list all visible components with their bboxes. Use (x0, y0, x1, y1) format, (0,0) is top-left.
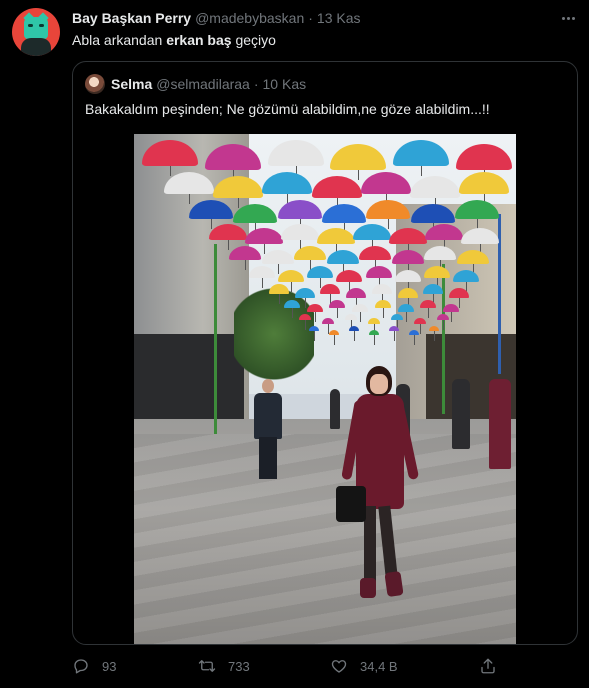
quoted-tweet[interactable]: Selma @selmadilaraa · 10 Kas Bakakaldım … (72, 61, 578, 645)
avatar-head (24, 17, 48, 39)
photo-umbrella (365, 266, 392, 288)
tweet-header: Bay Başkan Perry @madebybaskan · 13 Kas (72, 9, 577, 27)
photo-pole-mid (442, 264, 445, 414)
like-count: 34,4 B (360, 658, 398, 674)
photo-umbrella (437, 314, 449, 330)
avatar-eye-left (28, 24, 33, 27)
photo-passerby (330, 389, 340, 429)
quoted-author-name[interactable]: Selma (111, 76, 152, 92)
photo-umbrella (352, 304, 369, 322)
tweet[interactable]: Bay Başkan Perry @madebybaskan · 13 Kas … (0, 0, 589, 688)
photo-pole-left (214, 244, 217, 434)
photo-umbrella (284, 300, 300, 318)
photo-passerby (489, 379, 511, 469)
photo-umbrella (409, 330, 419, 345)
photo-umbrella (306, 304, 323, 322)
retweet-count: 733 (228, 658, 250, 674)
quoted-header-separator: · (253, 76, 259, 92)
avatar-eye-right (39, 24, 44, 27)
photo-umbrella (329, 330, 339, 345)
photo-umbrella (414, 318, 426, 334)
author-handle[interactable]: @madebybaskan (195, 10, 304, 26)
photo-pavement (134, 434, 516, 644)
share-button[interactable] (479, 656, 497, 676)
quoted-tweet-photo[interactable] (134, 134, 516, 644)
photo-umbrella (345, 314, 357, 330)
retweet-icon (198, 660, 216, 672)
photo-umbrella (294, 288, 315, 308)
photo-woman (336, 366, 426, 598)
photo-umbrella (349, 326, 359, 341)
photo-man (254, 379, 284, 479)
photo-umbrella (429, 326, 439, 341)
photo-umbrella (397, 288, 418, 308)
heart-icon (331, 660, 347, 673)
quoted-tweet-text: Bakakaldım peşinden; Ne gözümü alabildim… (85, 101, 490, 117)
reply-button[interactable]: 93 (72, 656, 116, 676)
quoted-author-handle[interactable]: @selmadilaraa (156, 76, 250, 92)
photo-umbrella (369, 330, 379, 345)
reply-count: 93 (102, 658, 117, 674)
photo-umbrella (374, 300, 391, 318)
reply-icon (74, 659, 88, 674)
tweet-date[interactable]: 13 Kas (317, 10, 361, 26)
photo-trees (234, 284, 314, 384)
tweet-actions: 93 733 34,4 B (72, 656, 502, 676)
photo-umbrella (389, 326, 399, 341)
avatar-body (21, 38, 51, 56)
photo-umbrella (443, 304, 459, 322)
photo-umbrella (368, 318, 380, 334)
tweet-text: Abla arkandan erkan baş geçiyo (72, 32, 276, 48)
author-name[interactable]: Bay Başkan Perry (72, 10, 191, 26)
quoted-author-avatar[interactable] (85, 74, 105, 94)
share-icon (481, 658, 495, 674)
tweet-text-before: Abla arkandan (72, 32, 167, 48)
photo-umbrella (309, 326, 319, 341)
photo-passerby (452, 379, 470, 449)
quoted-tweet-header: Selma @selmadilaraa · 10 Kas (85, 74, 306, 94)
header-separator: · (308, 10, 313, 26)
like-button[interactable]: 34,4 B (330, 656, 398, 676)
retweet-button[interactable]: 733 (198, 656, 250, 676)
photo-umbrella (391, 314, 403, 330)
photo-umbrella (397, 304, 414, 322)
quoted-tweet-date[interactable]: 10 Kas (263, 76, 307, 92)
photo-umbrella (371, 284, 392, 304)
tweet-text-after: geçiyo (231, 32, 276, 48)
more-icon[interactable] (558, 9, 578, 27)
photo-umbrella (322, 318, 334, 334)
author-avatar[interactable] (12, 8, 60, 56)
photo-umbrella (299, 314, 311, 330)
tweet-text-bold: erkan baş (166, 32, 232, 48)
